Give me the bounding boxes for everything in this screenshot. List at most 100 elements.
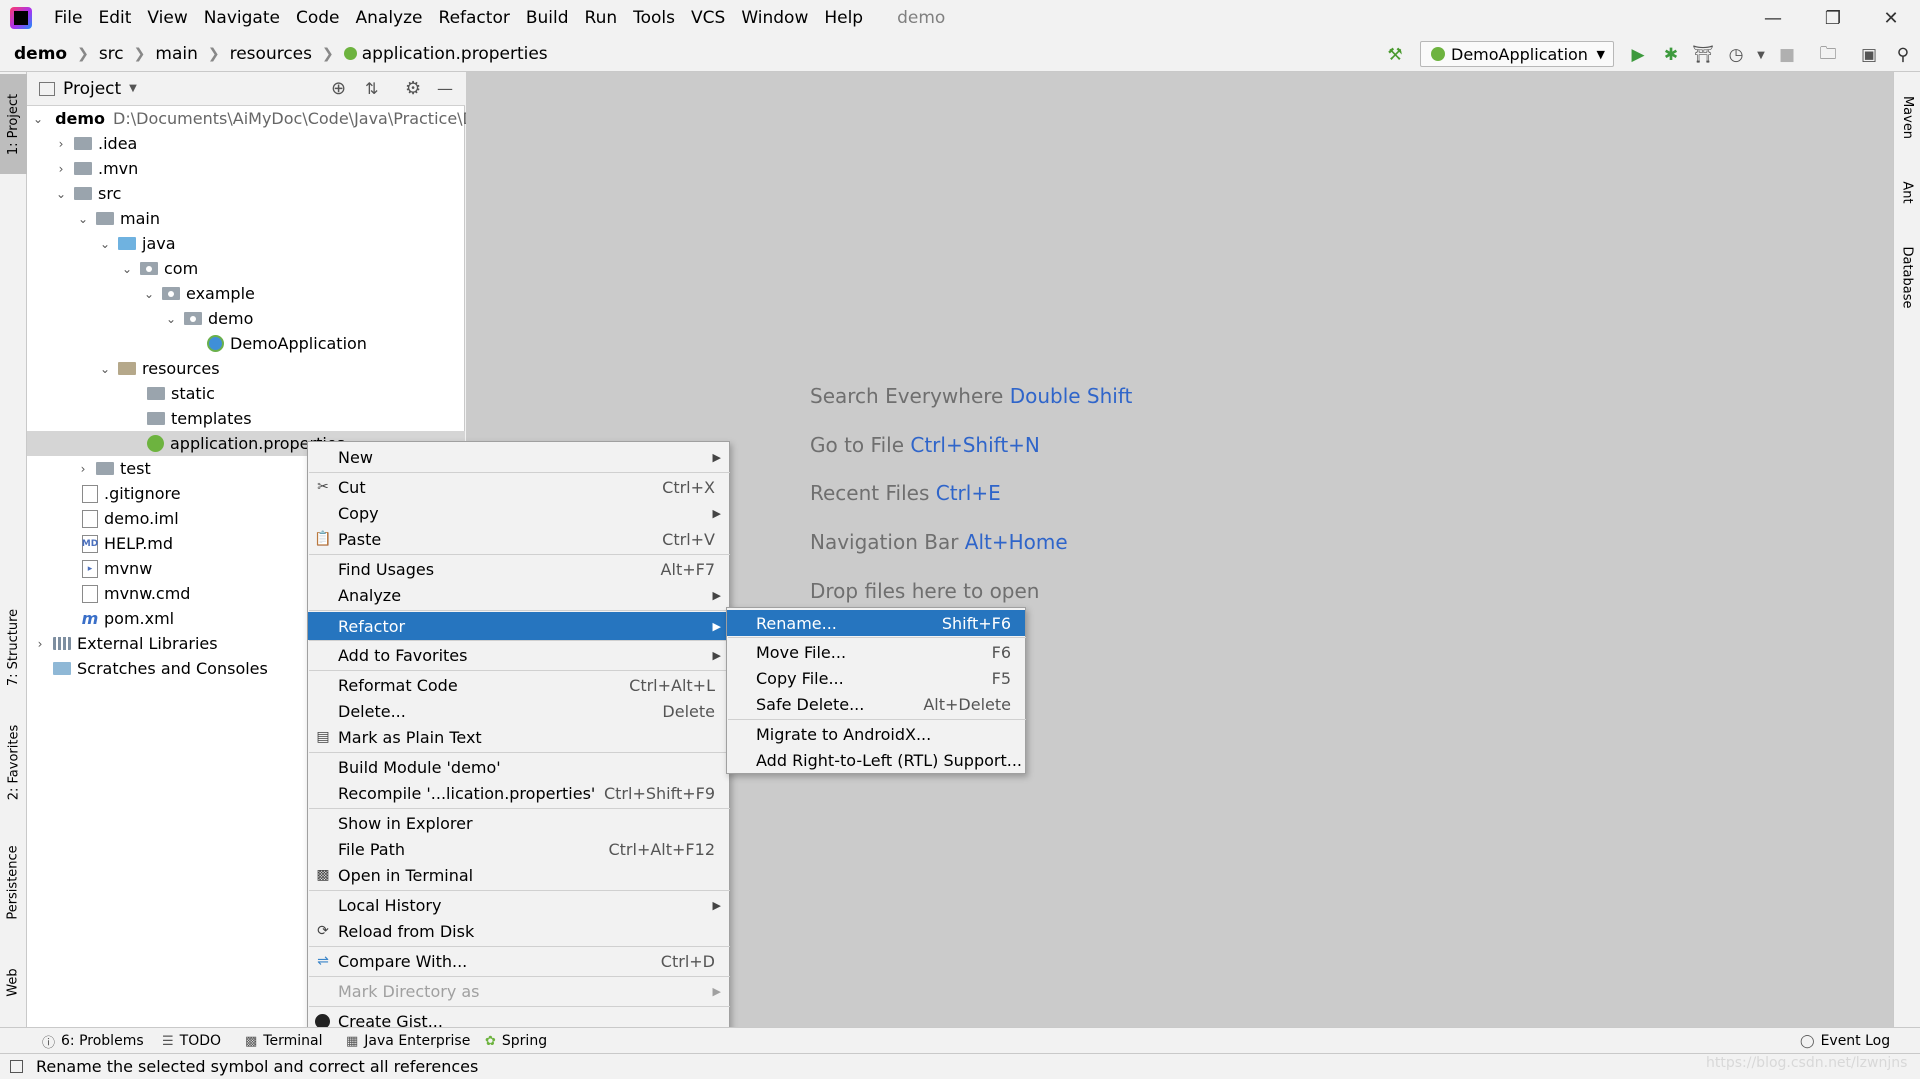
profile-icon[interactable]: ◷ [1725, 44, 1747, 66]
menu-file[interactable]: File [46, 0, 90, 36]
menu-item-reformat-code[interactable]: Reformat Code Ctrl+Alt+L [308, 672, 729, 698]
chevron-down-icon[interactable]: ⌄ [98, 362, 112, 376]
tab-web[interactable]: Web [0, 952, 27, 1012]
debug-bug-icon[interactable]: ✱ [1660, 44, 1682, 66]
menu-item-rename[interactable]: Rename... Shift+F6 [727, 610, 1025, 636]
tab-problems[interactable]: ⓘ 6: Problems [42, 1028, 144, 1054]
menu-item-copy-file[interactable]: Copy File... F5 [727, 665, 1025, 691]
chevron-down-icon[interactable]: ⌄ [120, 262, 134, 276]
chevron-right-icon[interactable]: › [76, 462, 90, 476]
chevron-down-icon[interactable]: ▼ [129, 83, 137, 94]
breadcrumb-item[interactable]: application.properties [343, 44, 548, 64]
menu-vcs[interactable]: VCS [683, 0, 733, 36]
chevron-down-icon[interactable]: ⌄ [33, 112, 43, 126]
close-icon[interactable]: ✕ [1866, 0, 1916, 36]
tree-row[interactable]: › .mvn [27, 156, 465, 181]
menu-item-recompile[interactable]: Recompile '...lication.properties' Ctrl+S… [308, 780, 729, 806]
menu-item-copy[interactable]: Copy ▶ [308, 500, 729, 526]
search-icon[interactable]: ⚲ [1892, 44, 1914, 66]
tree-row-root[interactable]: ⌄ demo D:\Documents\AiMyDoc\Code\Java\Pr… [27, 106, 475, 131]
tree-row[interactable]: ⌄ src [27, 181, 465, 206]
gear-icon[interactable]: ⚙ [405, 78, 421, 99]
minimize-icon[interactable]: — [1748, 0, 1798, 36]
tab-spring[interactable]: ✿ Spring [485, 1028, 547, 1054]
menu-item-cut[interactable]: ✂ Cut Ctrl+X [308, 474, 729, 500]
stop-icon[interactable]: ■ [1776, 44, 1798, 66]
menu-item-find-usages[interactable]: Find Usages Alt+F7 [308, 556, 729, 582]
tab-project[interactable]: 1: Project [0, 74, 27, 174]
menu-item-paste[interactable]: 📋 Paste Ctrl+V [308, 526, 729, 552]
tree-row[interactable]: static [27, 381, 465, 406]
run-icon[interactable]: ▶ [1627, 44, 1649, 66]
breadcrumb-item[interactable]: demo [14, 44, 67, 64]
menu-item-build-module[interactable]: Build Module 'demo' [308, 754, 729, 780]
menu-item-mark-as-plain-text[interactable]: ▤ Mark as Plain Text [308, 724, 729, 750]
menu-window[interactable]: Window [733, 0, 816, 36]
menu-item-file-path[interactable]: File Path Ctrl+Alt+F12 [308, 836, 729, 862]
menu-analyze[interactable]: Analyze [348, 0, 431, 36]
locate-icon[interactable]: ⊕ [331, 78, 346, 99]
event-log-button[interactable]: ◯ Event Log [1800, 1028, 1890, 1054]
menu-view[interactable]: View [139, 0, 195, 36]
menu-build[interactable]: Build [518, 0, 577, 36]
project-view-selector[interactable]: Project [63, 79, 121, 99]
menu-code[interactable]: Code [288, 0, 348, 36]
tab-terminal[interactable]: ▩ Terminal [245, 1028, 322, 1054]
menu-tools[interactable]: Tools [625, 0, 683, 36]
menu-item-delete[interactable]: Delete... Delete [308, 698, 729, 724]
menu-item-local-history[interactable]: Local History ▶ [308, 892, 729, 918]
run-with-coverage-icon[interactable]: ⛩ [1692, 44, 1714, 66]
menu-item-safe-delete[interactable]: Safe Delete... Alt+Delete [727, 691, 1025, 717]
tree-row[interactable]: DemoApplication [27, 331, 465, 356]
tab-java-enterprise[interactable]: ▦ Java Enterprise [346, 1028, 470, 1054]
breadcrumb-item[interactable]: resources [230, 44, 312, 64]
hide-panel-icon[interactable]: — [437, 79, 453, 98]
menu-help[interactable]: Help [816, 0, 871, 36]
tree-row[interactable]: ⌄ demo [27, 306, 465, 331]
menu-item-migrate-androidx[interactable]: Migrate to AndroidX... [727, 721, 1025, 747]
tab-maven[interactable]: Maven [1894, 82, 1920, 152]
breadcrumb-item[interactable]: main [155, 44, 197, 64]
tree-row[interactable]: ⌄ example [27, 281, 465, 306]
terminal-window-icon[interactable]: ▣ [1858, 44, 1880, 66]
project-structure-icon[interactable]: 🗀 [1817, 44, 1839, 66]
chevron-down-icon[interactable]: ▼ [1750, 44, 1772, 66]
menu-item-refactor[interactable]: Refactor ▶ [308, 612, 729, 640]
tab-structure[interactable]: 7: Structure [0, 602, 27, 692]
menu-edit[interactable]: Edit [90, 0, 139, 36]
toggle-tool-windows-icon[interactable] [10, 1060, 23, 1073]
chevron-down-icon[interactable]: ⌄ [98, 237, 112, 251]
tree-row[interactable]: templates [27, 406, 465, 431]
tree-row[interactable]: › .idea [27, 131, 465, 156]
tree-row[interactable]: ⌄ com [27, 256, 465, 281]
menu-item-show-in-explorer[interactable]: Show in Explorer [308, 810, 729, 836]
menu-item-analyze[interactable]: Analyze ▶ [308, 582, 729, 608]
chevron-down-icon[interactable]: ⌄ [164, 312, 178, 326]
tree-row[interactable]: ⌄ java [27, 231, 465, 256]
menu-item-open-in-terminal[interactable]: ▩ Open in Terminal [308, 862, 729, 888]
collapse-all-icon[interactable]: ⇅ [365, 79, 378, 98]
tab-favorites[interactable]: 2: Favorites [0, 712, 27, 812]
menu-item-add-to-favorites[interactable]: Add to Favorites ▶ [308, 642, 729, 668]
restore-icon[interactable]: ❐ [1808, 0, 1858, 36]
breadcrumb-item[interactable]: src [99, 44, 124, 64]
menu-item-add-rtl-support[interactable]: Add Right-to-Left (RTL) Support... [727, 747, 1025, 773]
menu-item-compare-with[interactable]: ⇌ Compare With... Ctrl+D [308, 948, 729, 974]
build-hammer-icon[interactable]: ⚒ [1384, 44, 1406, 66]
tab-todo[interactable]: ☰ TODO [162, 1028, 221, 1054]
menu-item-move-file[interactable]: Move File... F6 [727, 639, 1025, 665]
chevron-right-icon[interactable]: › [54, 162, 68, 176]
chevron-right-icon[interactable]: › [33, 637, 47, 651]
chevron-down-icon[interactable]: ⌄ [54, 187, 68, 201]
chevron-right-icon[interactable]: › [54, 137, 68, 151]
tab-persistence[interactable]: Persistence [0, 837, 27, 927]
menu-item-reload-from-disk[interactable]: ⟳ Reload from Disk [308, 918, 729, 944]
menu-refactor[interactable]: Refactor [431, 0, 518, 36]
tree-row[interactable]: ⌄ resources [27, 356, 465, 381]
menu-run[interactable]: Run [577, 0, 626, 36]
tab-database[interactable]: Database [1894, 232, 1920, 322]
menu-navigate[interactable]: Navigate [196, 0, 288, 36]
chevron-down-icon[interactable]: ⌄ [142, 287, 156, 301]
chevron-down-icon[interactable]: ⌄ [76, 212, 90, 226]
tree-row[interactable]: ⌄ main [27, 206, 465, 231]
